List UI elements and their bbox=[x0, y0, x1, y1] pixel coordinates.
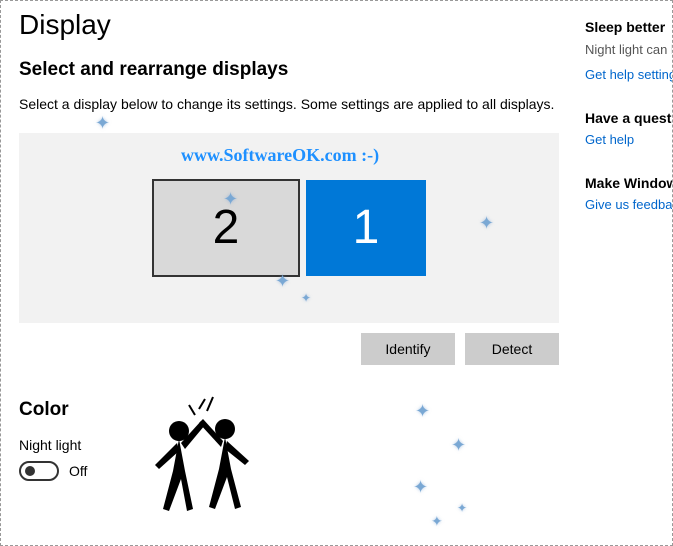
night-light-toggle[interactable] bbox=[19, 461, 59, 481]
sidebar-question-title: Have a question? bbox=[585, 110, 672, 126]
detect-button[interactable]: Detect bbox=[465, 333, 559, 365]
sidebar-sleep-text: Night light can help you get to sleep by… bbox=[585, 41, 672, 59]
monitor-2[interactable]: 2 bbox=[152, 179, 300, 277]
toggle-knob bbox=[25, 466, 35, 476]
sidebar-sleep-title: Sleep better bbox=[585, 19, 672, 35]
night-light-state: Off bbox=[69, 463, 87, 479]
display-arrange-area[interactable]: 2 1 bbox=[19, 133, 559, 323]
monitor-1[interactable]: 1 bbox=[306, 180, 426, 276]
identify-button[interactable]: Identify bbox=[361, 333, 455, 365]
sidebar-sleep-link[interactable]: Get help setting up bbox=[585, 67, 672, 82]
page-title: Display bbox=[19, 9, 559, 41]
section-title: Select and rearrange displays bbox=[19, 59, 559, 81]
color-section-title: Color bbox=[19, 399, 559, 421]
night-light-label: Night light bbox=[19, 437, 559, 453]
sidebar-feedback-link[interactable]: Give us feedback bbox=[585, 197, 672, 212]
sidebar-question-link[interactable]: Get help bbox=[585, 132, 672, 147]
section-description: Select a display below to change its set… bbox=[19, 95, 559, 115]
sidebar-feedback-title: Make Windows better bbox=[585, 175, 672, 191]
